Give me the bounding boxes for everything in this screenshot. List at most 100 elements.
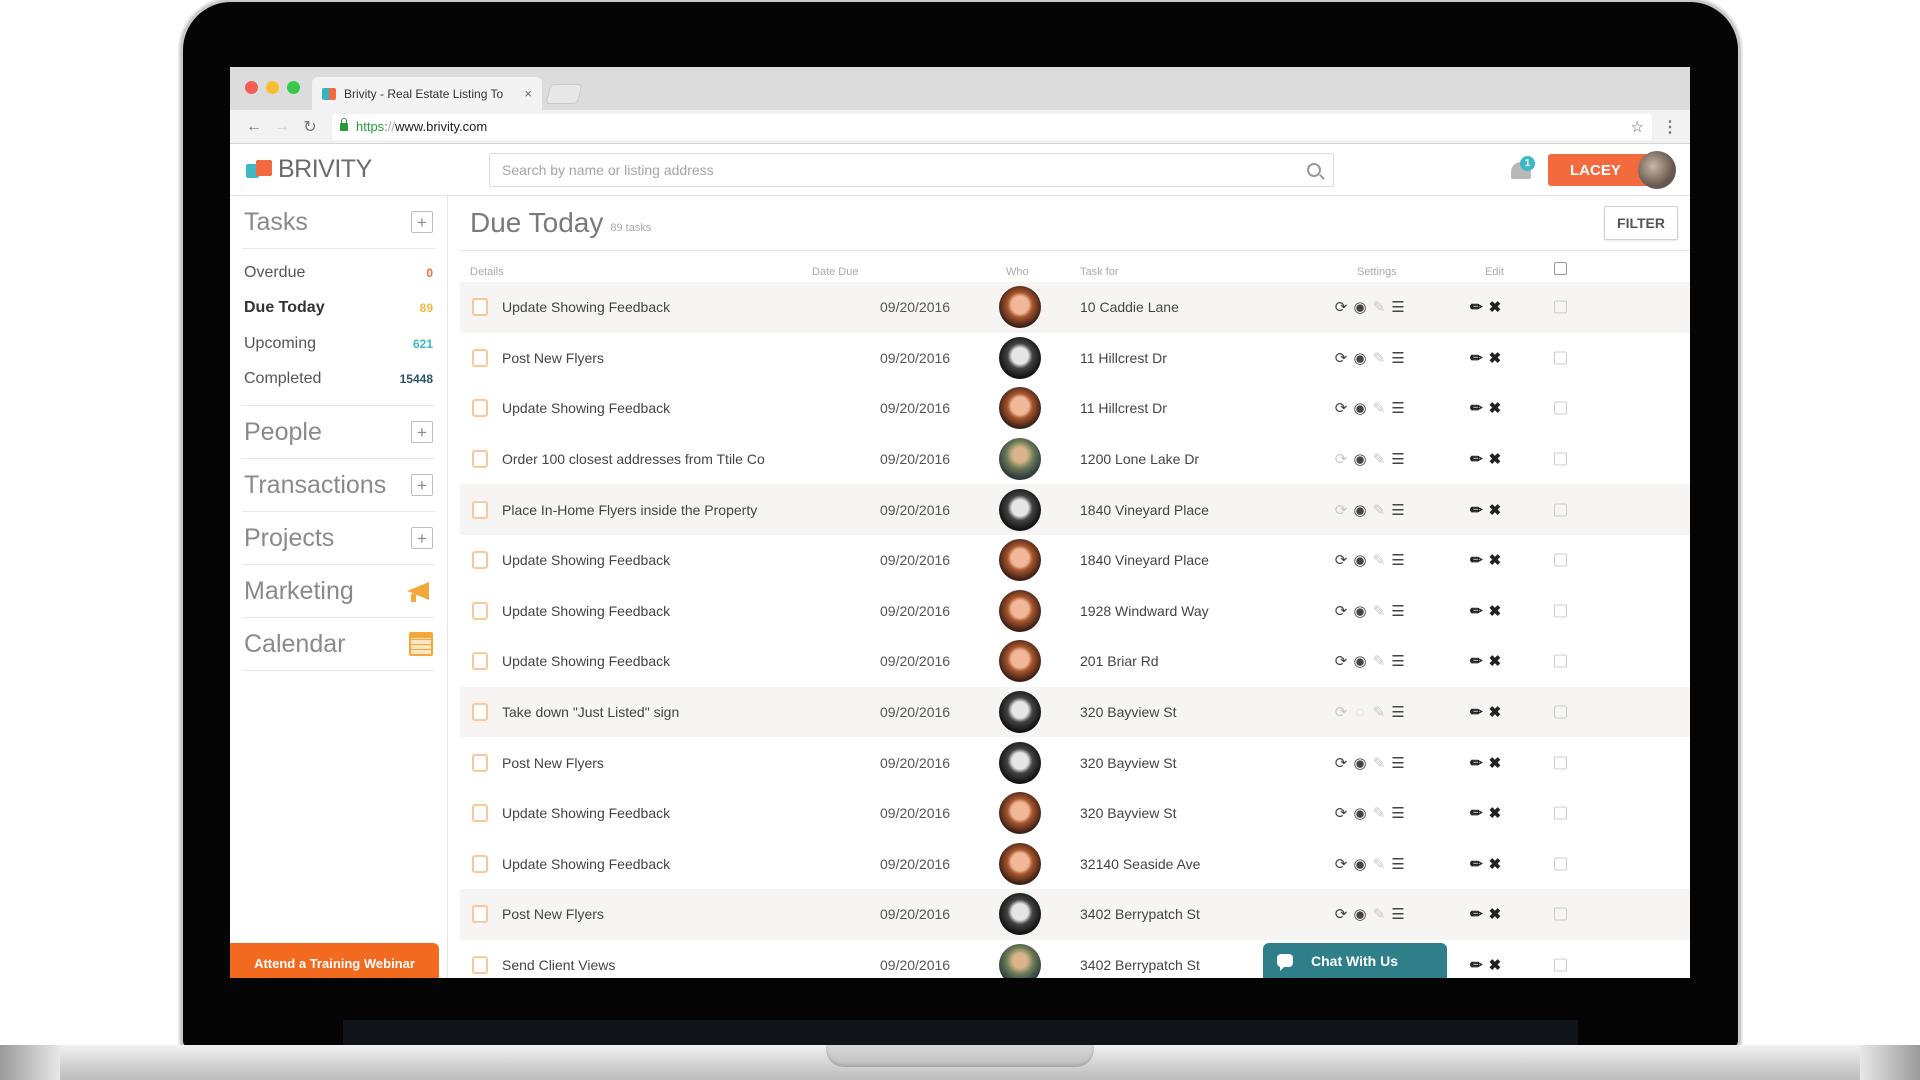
sidebar-section-tasks[interactable]: Tasks + [242,196,435,249]
eye-icon[interactable]: ◉ [1352,754,1368,772]
task-filter-completed[interactable]: Completed 15448 [242,362,435,398]
task-for-address[interactable]: 3402 Berrypatch St [1080,906,1200,922]
select-row-checkbox[interactable] [1554,604,1567,618]
chat-with-us-button[interactable]: Chat With Us [1263,943,1447,978]
filter-button[interactable]: FILTER [1604,206,1678,240]
complete-task-checkbox[interactable] [472,601,488,620]
notifications-button[interactable]: 1 [1508,156,1535,184]
list-icon[interactable]: ☰ [1390,450,1406,468]
task-for-address[interactable]: 1928 Windward Way [1080,603,1209,619]
task-detail[interactable]: Update Showing Feedback [502,603,670,619]
add-people-icon[interactable]: + [411,421,433,443]
note-icon[interactable]: ✎ [1371,855,1387,873]
table-row[interactable]: Update Showing Feedback 09/20/2016 320 Bay… [460,788,1690,839]
sidebar-section-people[interactable]: People + [242,406,435,459]
complete-task-checkbox[interactable] [472,652,488,671]
select-row-checkbox[interactable] [1554,654,1567,668]
complete-task-checkbox[interactable] [472,500,488,519]
table-row[interactable]: Post New Flyers 09/20/2016 11 Hillcrest Dr… [460,333,1690,384]
task-for-address[interactable]: 11 Hillcrest Dr [1080,350,1167,366]
repeat-icon[interactable]: ⟳ [1333,551,1349,569]
repeat-icon[interactable]: ⟳ [1333,399,1349,417]
bookmark-star-icon[interactable]: ☆ [1631,118,1644,136]
new-tab-button[interactable] [545,84,583,104]
note-icon[interactable]: ✎ [1371,298,1387,316]
list-icon[interactable]: ☰ [1390,804,1406,822]
task-filter-upcoming[interactable]: Upcoming 621 [242,326,435,362]
eye-icon[interactable]: ◉ [1352,349,1368,367]
select-all-checkbox[interactable] [1554,262,1567,275]
eye-icon[interactable]: ◉ [1352,501,1368,519]
repeat-icon[interactable]: ⟳ [1333,349,1349,367]
delete-icon[interactable]: ✖ [1489,501,1502,519]
complete-task-checkbox[interactable] [472,450,488,469]
pencil-icon[interactable]: ✏ [1470,754,1483,772]
complete-task-checkbox[interactable] [472,348,488,367]
task-detail[interactable]: Update Showing Feedback [502,299,670,315]
select-row-checkbox[interactable] [1554,452,1567,466]
task-for-address[interactable]: 10 Caddie Lane [1080,299,1179,315]
note-icon[interactable]: ✎ [1371,551,1387,569]
select-row-checkbox[interactable] [1554,806,1567,820]
list-icon[interactable]: ☰ [1390,501,1406,519]
task-detail[interactable]: Update Showing Feedback [502,856,670,872]
delete-icon[interactable]: ✖ [1489,855,1502,873]
repeat-icon[interactable]: ⟳ [1333,298,1349,316]
repeat-icon[interactable]: ⟳ [1333,602,1349,620]
task-for-address[interactable]: 1840 Vineyard Place [1080,552,1209,568]
note-icon[interactable]: ✎ [1371,804,1387,822]
reload-icon[interactable]: ↻ [296,117,324,137]
assignee-avatar[interactable] [999,691,1041,734]
sidebar-section-transactions[interactable]: Transactions + [242,459,435,512]
list-icon[interactable]: ☰ [1390,754,1406,772]
task-detail[interactable]: Update Showing Feedback [502,805,670,821]
assignee-avatar[interactable] [999,893,1041,936]
complete-task-checkbox[interactable] [472,298,488,317]
sidebar-section-projects[interactable]: Projects + [242,512,435,565]
pencil-icon[interactable]: ✏ [1470,905,1483,923]
task-for-address[interactable]: 320 Bayview St [1080,704,1177,720]
brivity-logo[interactable]: BRIVITY [246,155,489,184]
task-detail[interactable]: Update Showing Feedback [502,400,670,416]
delete-icon[interactable]: ✖ [1489,652,1502,670]
task-detail[interactable]: Post New Flyers [502,755,604,771]
select-row-checkbox[interactable] [1554,857,1567,871]
assignee-avatar[interactable] [999,488,1041,531]
browser-tab[interactable]: Brivity - Real Estate Listing To × [312,77,542,110]
pencil-icon[interactable]: ✏ [1470,399,1483,417]
eye-icon[interactable]: ◉ [1352,652,1368,670]
eye-icon[interactable]: ◉ [1352,602,1368,620]
task-for-address[interactable]: 1200 Lone Lake Dr [1080,451,1199,467]
task-detail[interactable]: Update Showing Feedback [502,653,670,669]
task-for-address[interactable]: 3402 Berrypatch St [1080,957,1200,973]
add-transactions-icon[interactable]: + [411,474,433,496]
note-icon[interactable]: ✎ [1371,602,1387,620]
select-row-checkbox[interactable] [1554,907,1567,921]
pencil-icon[interactable]: ✏ [1470,855,1483,873]
eye-off-icon[interactable]: ◌ [1352,704,1368,721]
task-for-address[interactable]: 11 Hillcrest Dr [1080,400,1167,416]
assignee-avatar[interactable] [999,792,1041,835]
eye-icon[interactable]: ◉ [1352,551,1368,569]
table-row[interactable]: Update Showing Feedback 09/20/2016 1928 Wi… [460,586,1690,637]
list-icon[interactable]: ☰ [1390,399,1406,417]
task-detail[interactable]: Post New Flyers [502,906,604,922]
task-for-address[interactable]: 320 Bayview St [1080,805,1177,821]
add-projects-icon[interactable]: + [411,527,433,549]
note-icon[interactable]: ✎ [1371,349,1387,367]
sidebar-section-calendar[interactable]: Calendar [242,618,435,671]
task-detail[interactable]: Send Client Views [502,957,615,973]
table-row[interactable]: Take down "Just Listed" sign 09/20/2016 32… [460,686,1690,738]
eye-icon[interactable]: ◉ [1352,804,1368,822]
complete-task-checkbox[interactable] [472,956,488,975]
list-icon[interactable]: ☰ [1390,905,1406,923]
pencil-icon[interactable]: ✏ [1470,501,1483,519]
eye-icon[interactable]: ◉ [1352,298,1368,316]
assignee-avatar[interactable] [999,336,1041,379]
delete-icon[interactable]: ✖ [1489,602,1502,620]
assignee-avatar[interactable] [999,944,1041,978]
task-detail[interactable]: Update Showing Feedback [502,552,670,568]
table-row[interactable]: Update Showing Feedback 09/20/2016 10 Cadd… [460,282,1690,333]
note-icon[interactable]: ✎ [1371,501,1387,519]
repeat-icon[interactable]: ⟳ [1333,905,1349,923]
